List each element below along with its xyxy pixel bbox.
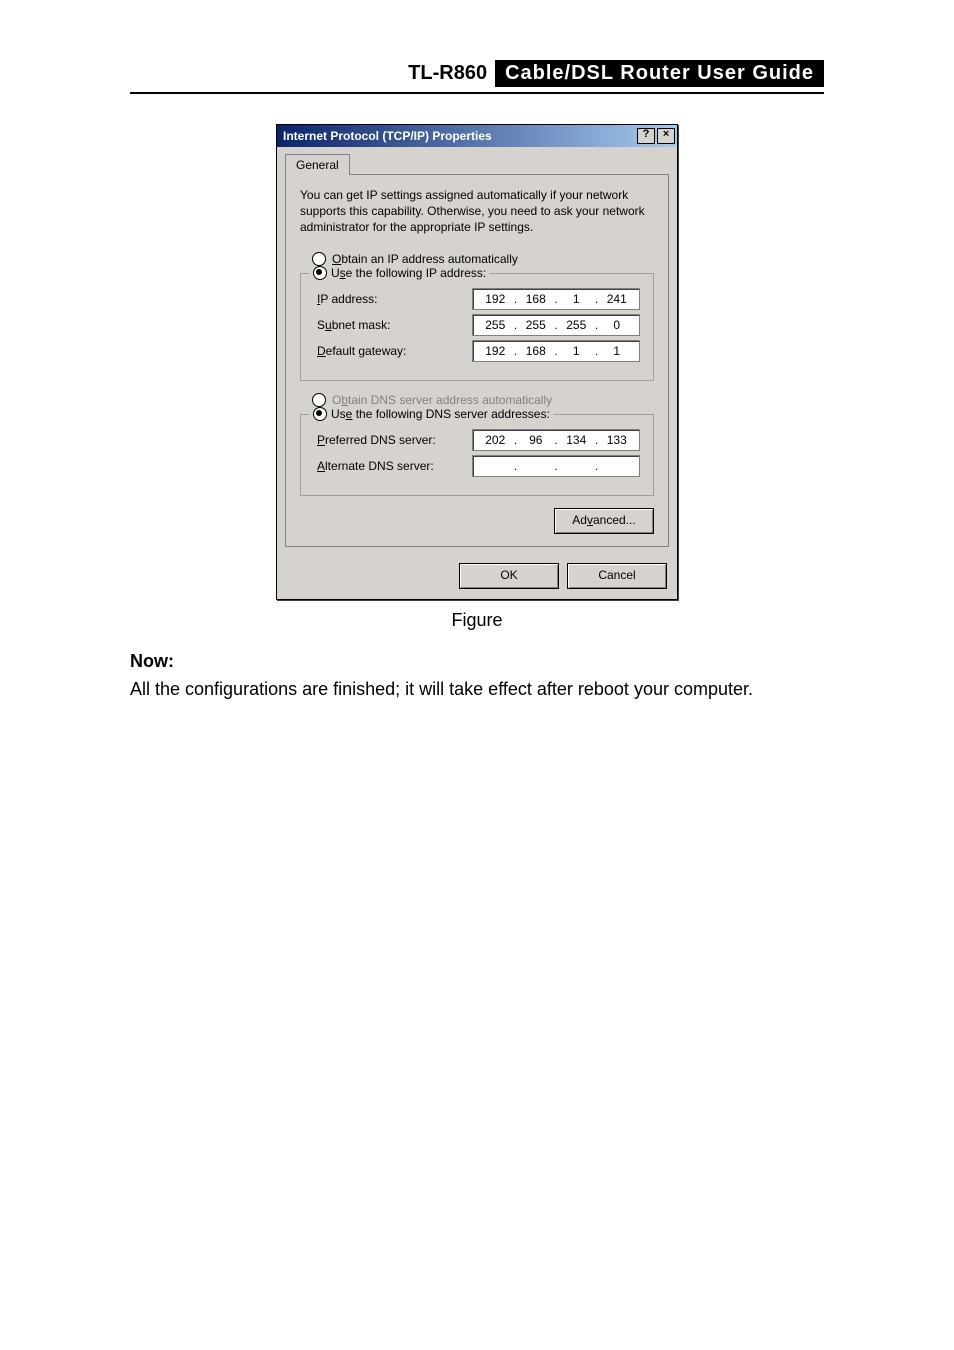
tab-strip: General bbox=[277, 147, 677, 174]
guide-title: Cable/DSL Router User Guide bbox=[495, 60, 824, 87]
tab-panel-general: You can get IP settings assigned automat… bbox=[285, 174, 669, 547]
ip-address-input[interactable]: 192. 168. 1. 241 bbox=[472, 288, 640, 310]
preferred-dns-row: Preferred DNS server: 202. 96. 134. 133 bbox=[311, 429, 643, 451]
page-header: TL-R860 Cable/DSL Router User Guide bbox=[130, 60, 824, 94]
radio-icon bbox=[313, 407, 327, 421]
close-icon[interactable]: × bbox=[657, 128, 675, 144]
help-icon[interactable]: ? bbox=[637, 128, 655, 144]
preferred-dns-input[interactable]: 202. 96. 134. 133 bbox=[472, 429, 640, 451]
body-sentence: All the configurations are finished; it … bbox=[130, 679, 753, 699]
radio-icon bbox=[313, 266, 327, 280]
advanced-button[interactable]: Advanced... bbox=[554, 508, 654, 534]
dns-server-group: Use the following DNS server addresses: … bbox=[300, 414, 654, 496]
description-text: You can get IP settings assigned automat… bbox=[300, 187, 654, 236]
advanced-row: Advanced... bbox=[300, 508, 654, 534]
tcpip-properties-dialog: Internet Protocol (TCP/IP) Properties ? … bbox=[276, 124, 678, 600]
dialog-titlebar[interactable]: Internet Protocol (TCP/IP) Properties ? … bbox=[277, 125, 677, 147]
ip-address-group: Use the following IP address: IP address… bbox=[300, 273, 654, 381]
ip-address-row: IP address: 192. 168. 1. 241 bbox=[311, 288, 643, 310]
radio-icon bbox=[312, 393, 326, 407]
cancel-button[interactable]: Cancel bbox=[567, 563, 667, 589]
dialog-title: Internet Protocol (TCP/IP) Properties bbox=[283, 129, 635, 143]
subnet-mask-row: Subnet mask: 255. 255. 255. 0 bbox=[311, 314, 643, 336]
radio-use-ip[interactable]: Use the following IP address: bbox=[309, 266, 490, 280]
radio-use-dns[interactable]: Use the following DNS server addresses: bbox=[309, 407, 554, 421]
figure-caption: Figure bbox=[130, 610, 824, 631]
ok-button[interactable]: OK bbox=[459, 563, 559, 589]
default-gateway-input[interactable]: 192. 168. 1. 1 bbox=[472, 340, 640, 362]
radio-obtain-dns-auto: Obtain DNS server address automatically bbox=[312, 393, 654, 407]
radio-obtain-ip-auto[interactable]: Obtain an IP address automatically bbox=[312, 252, 654, 266]
alternate-dns-input[interactable]: . . . bbox=[472, 455, 640, 477]
default-gateway-row: Default gateway: 192. 168. 1. 1 bbox=[311, 340, 643, 362]
tab-general[interactable]: General bbox=[285, 154, 350, 175]
radio-icon bbox=[312, 252, 326, 266]
alternate-dns-row: Alternate DNS server: . . . bbox=[311, 455, 643, 477]
screenshot-container: Internet Protocol (TCP/IP) Properties ? … bbox=[130, 124, 824, 600]
body-text: Now: All the configurations are finished… bbox=[130, 647, 824, 705]
now-label: Now: bbox=[130, 651, 174, 671]
dialog-buttons: OK Cancel bbox=[277, 555, 677, 599]
model-number: TL-R860 bbox=[400, 60, 495, 87]
subnet-mask-input[interactable]: 255. 255. 255. 0 bbox=[472, 314, 640, 336]
document-page: TL-R860 Cable/DSL Router User Guide Inte… bbox=[0, 0, 954, 704]
